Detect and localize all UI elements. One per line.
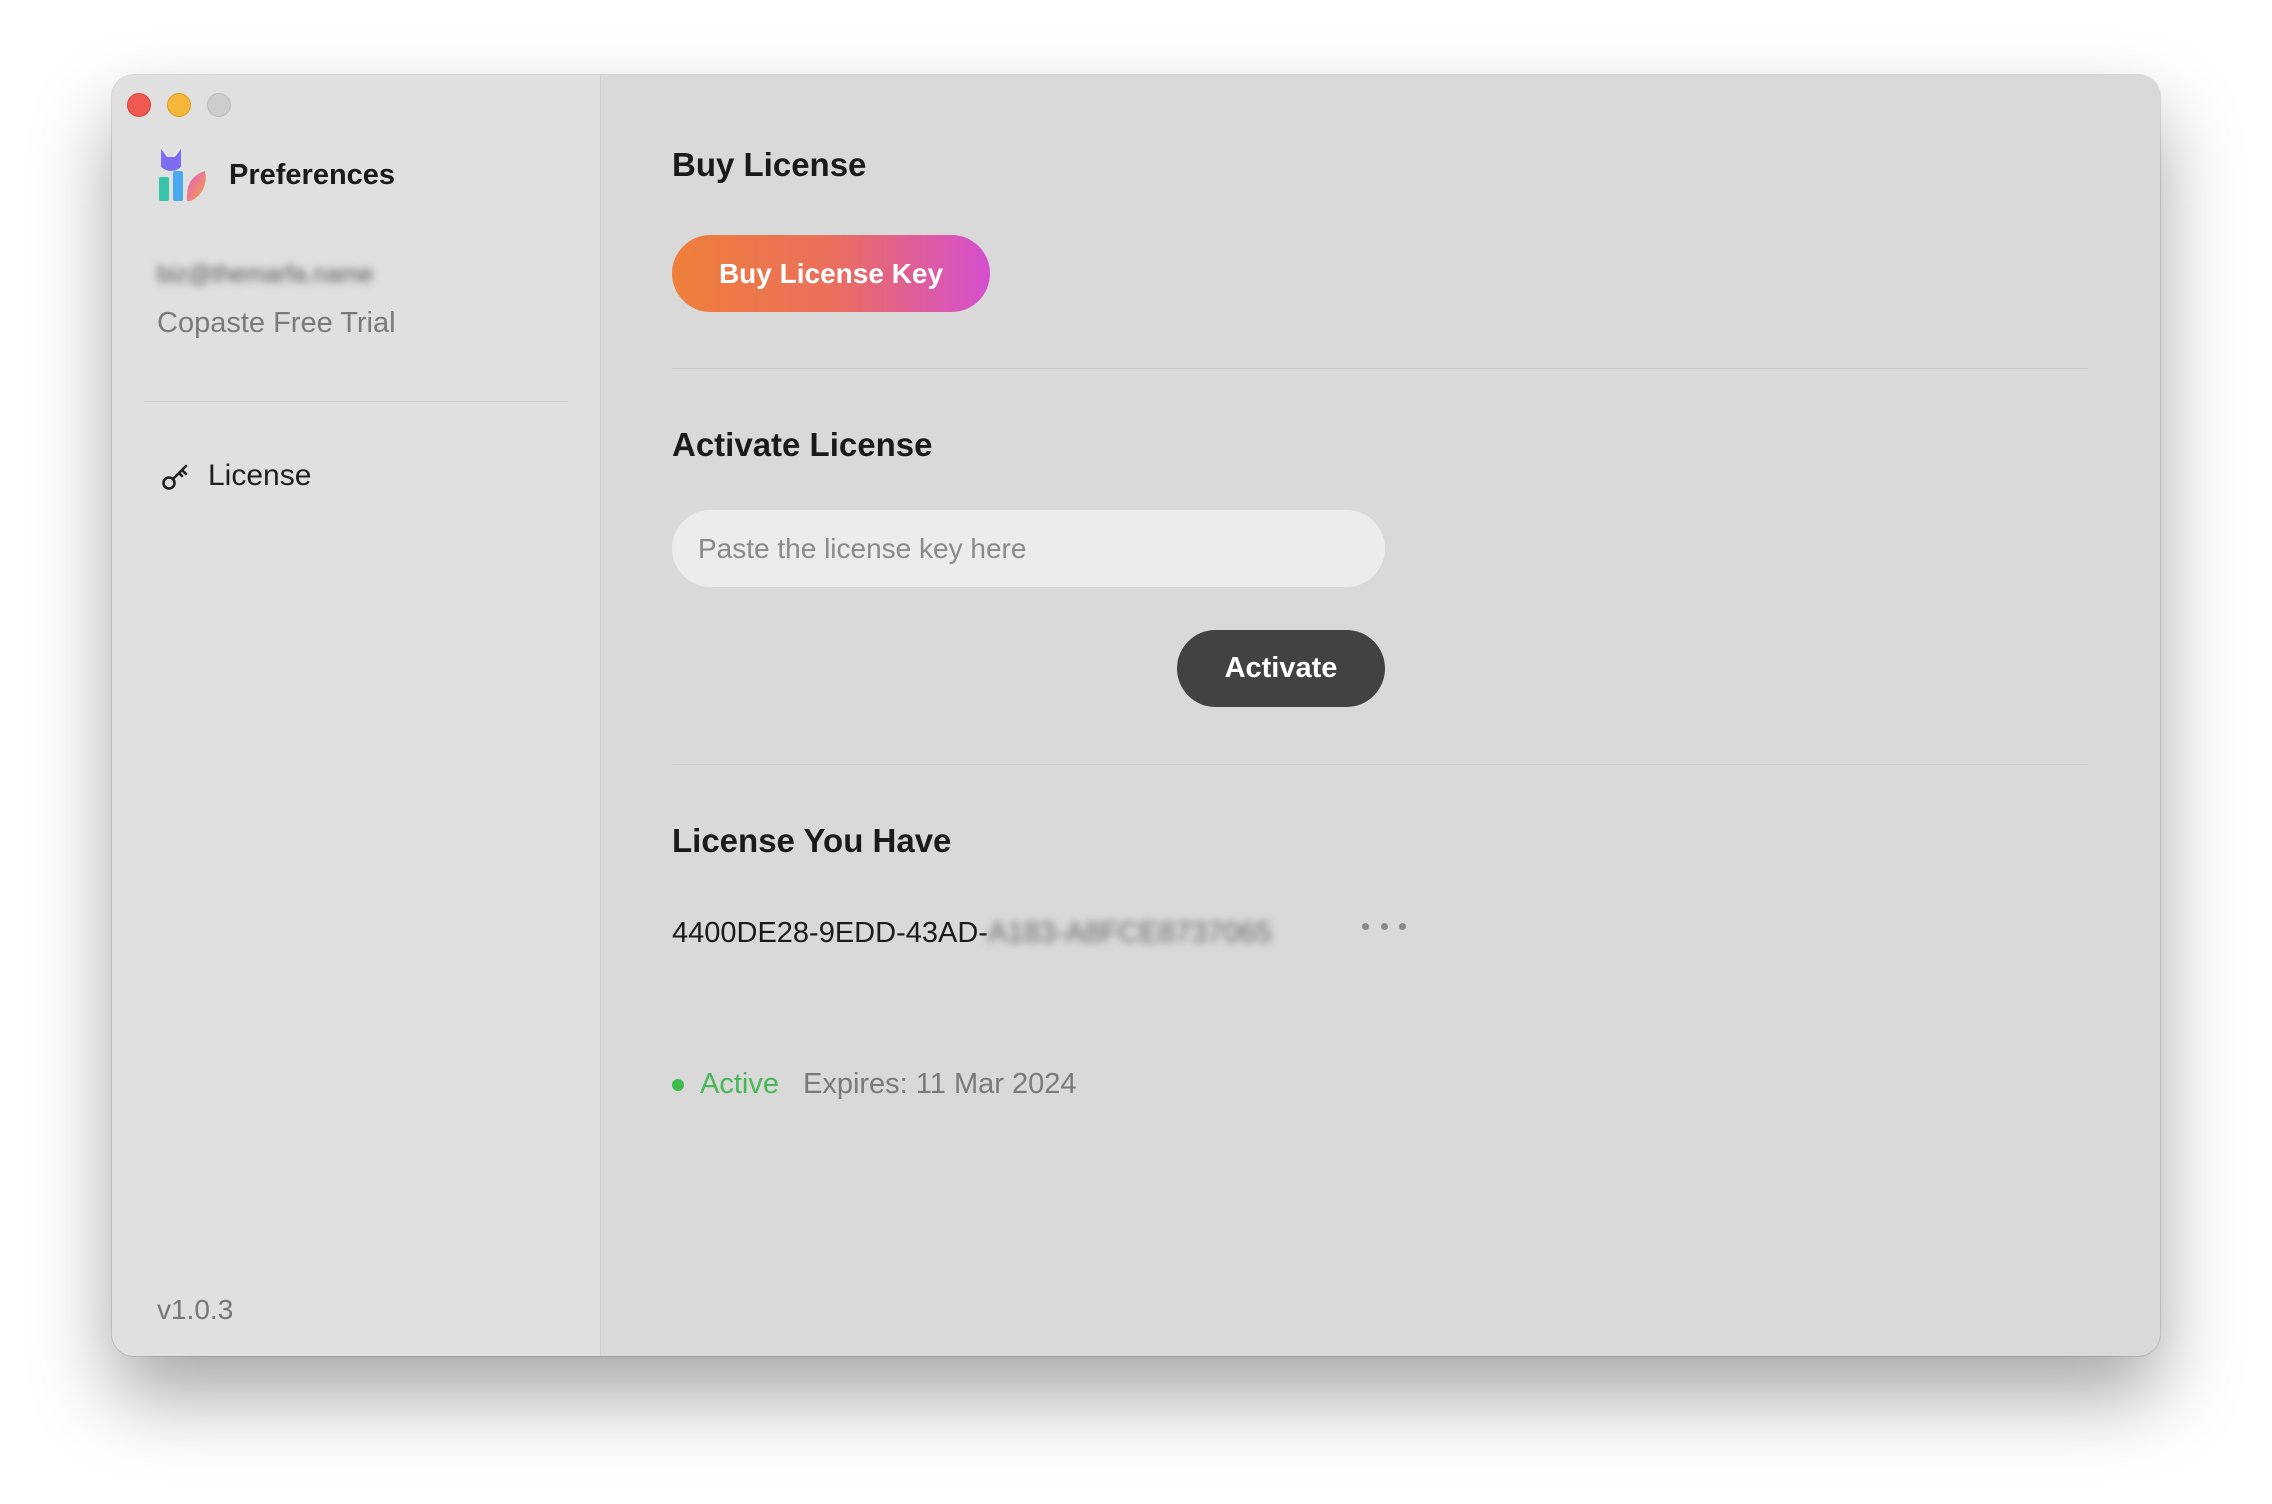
license-key-hidden: A183-A8FCE8737065	[987, 917, 1272, 949]
expiry-date: Expires: 11 Mar 2024	[802, 1068, 1077, 1100]
status-badge: Active	[700, 1068, 779, 1100]
close-window-button[interactable]	[127, 93, 151, 117]
window-controls	[127, 93, 231, 117]
more-options-button[interactable]	[1362, 911, 1406, 941]
section-divider	[672, 368, 2088, 369]
license-status: Active Expires: 11 Mar 2024	[672, 1068, 1076, 1101]
sidebar: Preferences biz@themarfa.name Copaste Fr…	[112, 75, 601, 1356]
version-label: v1.0.3	[157, 1294, 234, 1325]
sidebar-item-license[interactable]: License	[160, 459, 311, 493]
key-icon	[162, 464, 188, 490]
license-you-have-title: License You Have	[672, 822, 952, 859]
section-divider	[672, 764, 2088, 765]
more-dots-icon	[1362, 922, 1369, 930]
app-logo-icon	[159, 149, 206, 201]
license-key-text: 4400DE28-9EDD-43AD- A183-A8FCE8737065	[672, 917, 1272, 950]
sidebar-divider	[144, 401, 568, 402]
license-key-input[interactable]	[672, 510, 1385, 587]
more-dots-icon	[1399, 922, 1406, 930]
account-email: biz@themarfa.name	[157, 261, 374, 288]
plan-label: Copaste Free Trial	[157, 307, 396, 339]
activate-license-title: Activate License	[672, 426, 933, 463]
app-brand: Preferences	[157, 147, 395, 203]
app-title: Preferences	[229, 158, 396, 191]
preferences-window: Preferences biz@themarfa.name Copaste Fr…	[112, 75, 2160, 1356]
license-key-visible: 4400DE28-9EDD-43AD-	[672, 917, 988, 949]
buy-license-key-button[interactable]: Buy License Key	[672, 235, 990, 312]
minimize-window-button[interactable]	[167, 93, 191, 117]
status-dot-icon	[672, 1078, 684, 1091]
activate-button[interactable]: Activate	[1177, 630, 1385, 707]
zoom-window-button[interactable]	[207, 93, 231, 117]
more-dots-icon	[1380, 922, 1388, 930]
sidebar-item-label: License	[208, 459, 312, 492]
buy-license-title: Buy License	[672, 146, 867, 183]
